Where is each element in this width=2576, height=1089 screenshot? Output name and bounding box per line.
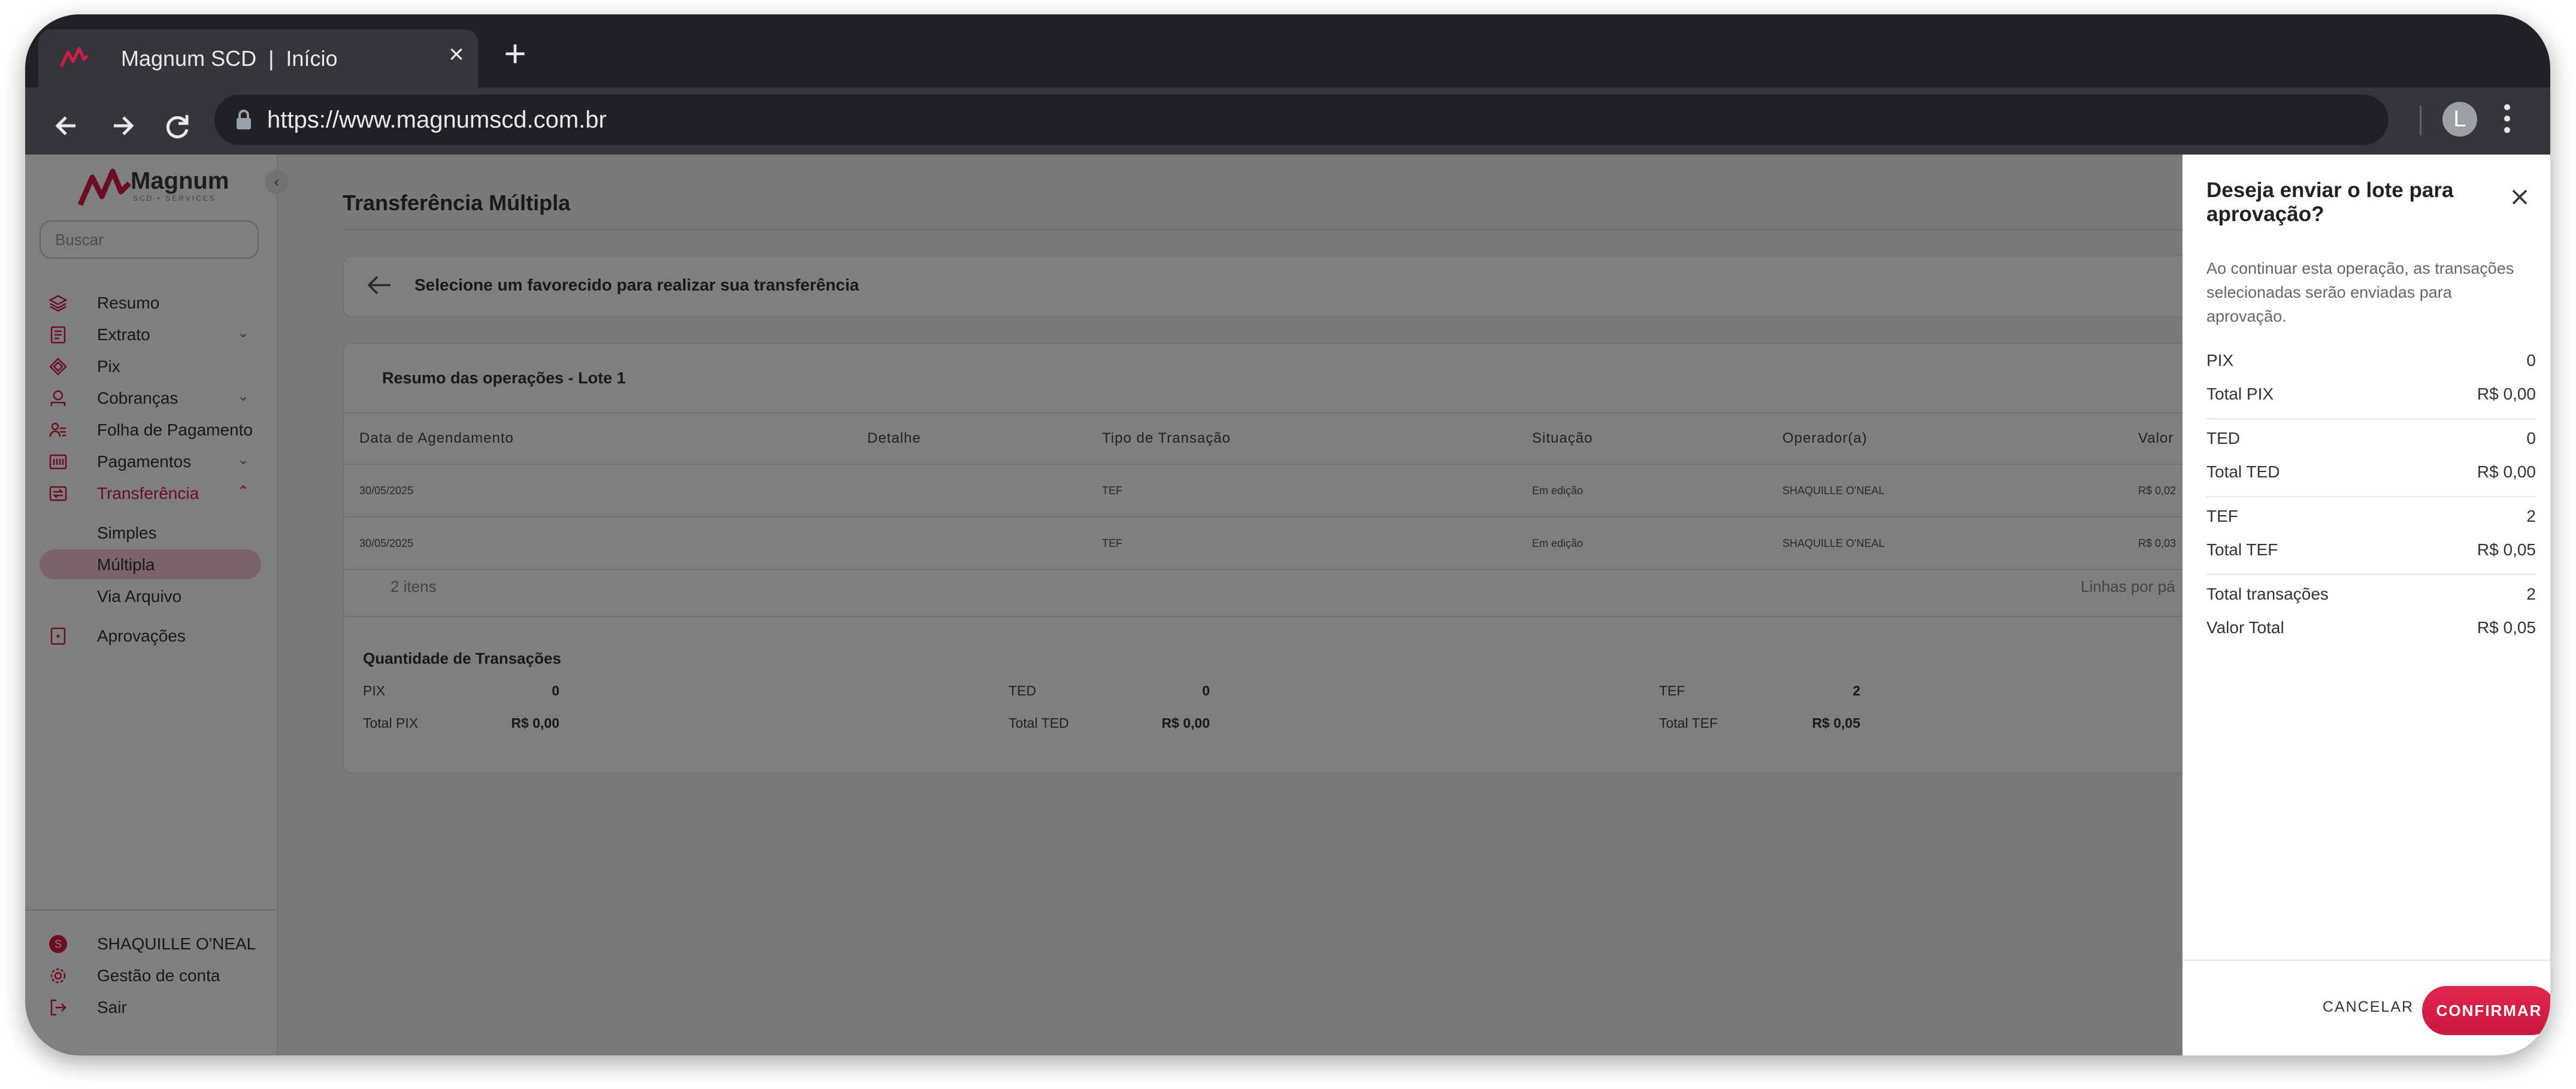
summary-row: Total TED R$ 0,00: [2206, 462, 2536, 486]
toolbar-divider: [2420, 105, 2421, 135]
summary-value: 2: [2526, 585, 2536, 603]
summary-value: 2: [2526, 507, 2536, 525]
confirm-button[interactable]: CONFIRMAR: [2422, 986, 2550, 1035]
drawer-title: Deseja enviar o lote para aprovação?: [2206, 179, 2454, 226]
browser-tab[interactable]: Magnum SCD | Início ×: [38, 29, 478, 87]
new-tab-icon[interactable]: +: [498, 34, 532, 72]
summary-row: Total PIX R$ 0,00: [2206, 385, 2536, 409]
lock-icon: [237, 110, 251, 129]
summary-label: Total TEF: [2206, 540, 2278, 559]
summary-row: Total transações 2: [2206, 585, 2536, 609]
browser-window: Magnum SCD | Início × + https://www.magn…: [25, 14, 2550, 1055]
url-text: https://www.magnumscd.com.br: [267, 107, 607, 133]
drawer-description: Ao continuar esta operação, as transaçõe…: [2206, 259, 2514, 325]
summary-label: PIX: [2206, 351, 2234, 370]
summary-row: Valor Total R$ 0,05: [2206, 618, 2536, 642]
summary-label: Total TED: [2206, 462, 2280, 481]
tab-title: Magnum SCD | Início: [121, 46, 338, 71]
summary-row: TEF 2: [2206, 507, 2536, 531]
summary-divider: [2206, 496, 2536, 497]
summary-label: Total PIX: [2206, 385, 2274, 403]
magnum-favicon-icon: [60, 47, 89, 68]
summary-value: R$ 0,05: [2477, 618, 2536, 637]
approval-drawer: Deseja enviar o lote para aprovação? Ao …: [2183, 155, 2550, 1055]
summary-row: PIX 0: [2206, 351, 2536, 375]
summary-value: R$ 0,00: [2477, 385, 2536, 403]
cancel-button[interactable]: CANCELAR: [2314, 986, 2422, 1028]
summary-row: TED 0: [2206, 429, 2536, 453]
forward-icon[interactable]: [104, 108, 140, 144]
drawer-footer-divider: [2183, 960, 2550, 961]
close-icon[interactable]: [2510, 187, 2530, 207]
summary-value: 0: [2526, 429, 2536, 447]
reload-icon[interactable]: [159, 108, 195, 144]
summary-value: R$ 0,00: [2477, 462, 2536, 481]
browser-menu-icon[interactable]: [2501, 102, 2513, 137]
summary-value: 0: [2526, 351, 2536, 370]
close-tab-icon[interactable]: ×: [443, 41, 470, 68]
summary-divider: [2206, 574, 2536, 575]
summary-label: TED: [2206, 429, 2240, 447]
back-icon[interactable]: [49, 108, 85, 144]
summary-label: Valor Total: [2206, 618, 2284, 637]
tab-strip: Magnum SCD | Início × +: [25, 14, 2550, 87]
summary-value: R$ 0,05: [2477, 540, 2536, 559]
profile-avatar[interactable]: L: [2442, 102, 2477, 137]
modal-backdrop[interactable]: [25, 155, 2550, 1055]
summary-divider: [2206, 418, 2536, 419]
summary-label: Total transações: [2206, 585, 2329, 603]
summary-label: TEF: [2206, 507, 2238, 525]
address-bar[interactable]: https://www.magnumscd.com.br: [214, 95, 2389, 145]
summary-row: Total TEF R$ 0,05: [2206, 540, 2536, 564]
